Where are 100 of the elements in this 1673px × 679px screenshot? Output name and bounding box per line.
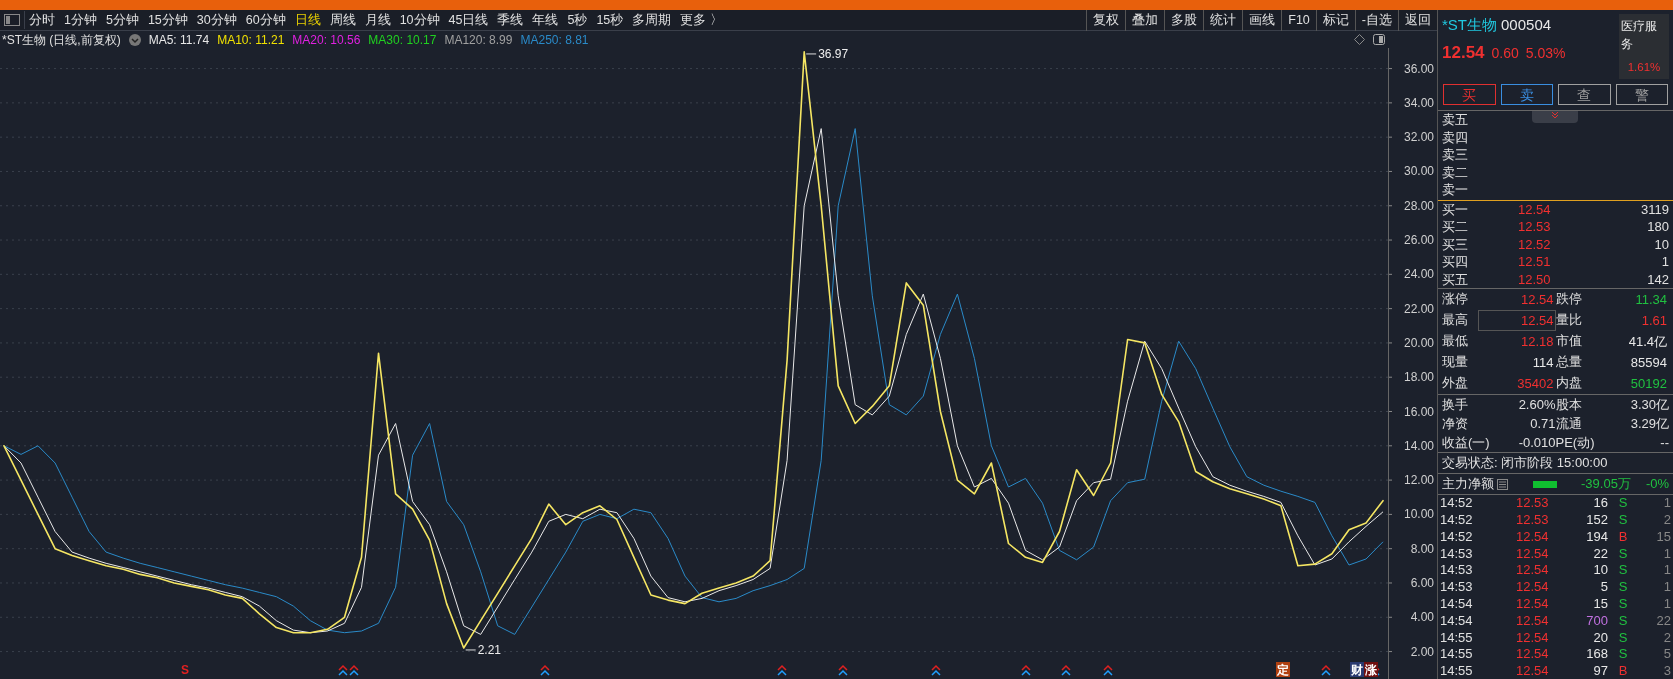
period-tab[interactable]: 1分钟 [64,10,97,30]
action-button[interactable]: 查 [1558,84,1611,106]
axis-label: 36.00 [1403,61,1434,76]
sector-name: 医疗服务 [1621,18,1658,53]
trade-volume: 194 [1585,528,1608,546]
stat-value: 85594 [1629,354,1668,373]
trade-price: 12.54 [1516,612,1550,630]
trade-side: S [1617,646,1629,664]
trade-side: S [1617,562,1629,580]
stat-value: 12.54 [1519,291,1555,310]
chart-marker: 定 [1276,662,1290,677]
panel-icon[interactable] [1373,34,1385,45]
sector-card[interactable]: 医疗服务 1.61% [1619,14,1669,80]
period-tab[interactable]: 5秒 [567,10,588,30]
period-tab[interactable]: 周线 [329,10,356,30]
bid-volume: 3119 [1640,200,1669,219]
period-tab[interactable]: 15分钟 [147,10,188,30]
stat-label: 跌停 [1555,290,1583,309]
toolbar-button[interactable]: 统计 [1203,9,1243,31]
axis-label: 16.00 [1403,404,1434,419]
period-tab[interactable]: 45日线 [448,10,489,30]
stat-value: 12.54 [1478,310,1556,332]
trade-time: 14:53 [1440,562,1474,580]
action-button[interactable]: 买 [1443,84,1496,106]
period-tab[interactable]: 15秒 [596,10,624,30]
trade-volume: 152 [1585,512,1608,529]
ma-value: MA30: 10.17 [368,31,437,49]
stat-value: 12.18 [1519,333,1555,352]
signal-arrow-icon [1321,664,1331,676]
period-tab[interactable]: 30分钟 [196,10,237,30]
period-tab[interactable]: 月线 [364,10,391,30]
toolbar-button[interactable]: 叠加 [1125,9,1165,31]
action-button[interactable]: 卖 [1500,84,1553,106]
toolbar-button[interactable]: 画线 [1242,9,1282,31]
trade-time: 14:55 [1440,663,1474,679]
trade-side: S [1617,545,1629,563]
period-tab[interactable]: 分时 [29,10,55,30]
chart-marker: 涨 [1364,662,1378,677]
trade-volume: 16 [1592,495,1608,513]
period-tab[interactable]: 5分钟 [105,10,139,30]
stat-label: 最高 [1442,311,1469,330]
toolbar-button[interactable]: 复权 [1086,9,1126,31]
period-tab[interactable]: 多周期 [632,10,672,30]
annotation: 2.21 [477,642,502,657]
diamond-icon[interactable] [1354,34,1365,45]
trade-price: 12.54 [1516,646,1550,664]
axis-label: 22.00 [1403,301,1434,316]
ask-level-label: 卖二 [1442,163,1468,182]
period-tab[interactable]: 60分钟 [245,10,286,30]
stat-value: -0.010 [1517,434,1556,453]
trade-price: 12.54 [1516,629,1550,647]
price-annotation: 2.21 [465,642,502,657]
signal-arrow-icon [338,664,348,676]
period-tab[interactable]: 更多 〉 [680,10,723,30]
toolbar-button[interactable]: 标记 [1315,9,1355,31]
bid-price: 12.52 [1518,235,1552,254]
period-tab[interactable]: 日线 [294,10,321,30]
stat-label: 外盘 [1442,374,1469,393]
toolbar-button[interactable]: 多股 [1164,9,1204,31]
trade-price: 12.54 [1516,545,1550,563]
stat-label: 流通 [1555,415,1582,434]
trade-side: S [1617,596,1629,613]
panel-toggle-icon[interactable] [4,14,20,26]
last-price: 12.54 [1442,41,1485,64]
list-icon[interactable] [1497,478,1508,490]
trade-count: 1 [1662,596,1671,613]
ask-level-label: 卖四 [1442,128,1468,147]
bid-volume: 10 [1653,235,1669,254]
trade-count: 5 [1662,646,1671,664]
axis-label: 20.00 [1403,335,1434,350]
bid-price: 12.53 [1518,218,1552,236]
toolbar-button[interactable]: -自选 [1354,9,1398,31]
flow-label: 主力净额 [1442,475,1494,494]
price-change: 0.60 [1491,43,1519,63]
dropdown-icon[interactable] [128,33,141,46]
period-tab[interactable]: 年线 [532,10,559,30]
chevron-down-icon [1550,111,1560,120]
axis-label: 2.00 [1410,644,1434,659]
stock-code: 000504 [1501,15,1552,35]
axis-label: 12.00 [1403,473,1434,488]
flow-amount: -39.05万 [1580,475,1631,494]
period-tab[interactable]: 季线 [497,10,524,30]
period-tab[interactable]: 10分钟 [399,10,440,30]
stock-name: *ST生物 [1442,15,1497,35]
chart-marker: S [181,663,189,677]
stat-label: 净资 [1442,415,1468,434]
trade-count: 22 [1655,612,1671,630]
sector-change: 1.61% [1627,60,1661,75]
toolbar-button[interactable]: 返回 [1398,9,1437,31]
stat-label: 内盘 [1555,374,1583,393]
bid-price: 12.54 [1518,200,1552,219]
trade-time: 14:52 [1440,512,1474,529]
signal-arrow-icon [349,664,359,676]
signal-arrow-icon [1061,664,1071,676]
ask-level-label: 卖一 [1442,181,1468,199]
axis-label: 8.00 [1410,541,1434,556]
trade-volume: 168 [1585,646,1608,664]
toolbar-button[interactable]: F10 [1281,9,1316,31]
action-button[interactable]: 警 [1615,84,1668,106]
stat-value: 3.30亿 [1629,396,1669,415]
